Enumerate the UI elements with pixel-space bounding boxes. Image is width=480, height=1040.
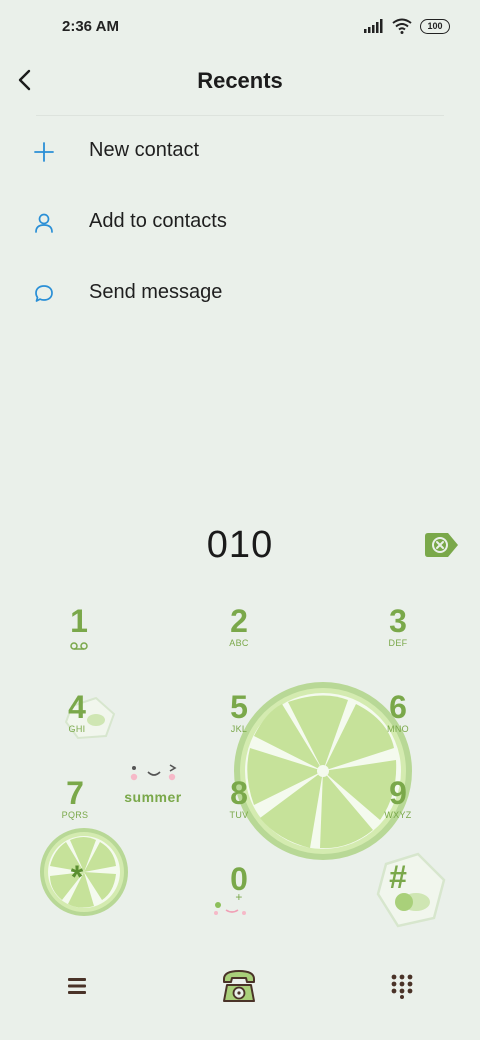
add-to-contacts-label: Add to contacts [89, 210, 227, 232]
key-digit: * [70, 859, 84, 895]
person-icon [35, 213, 53, 233]
new-contact-label: New contact [89, 139, 200, 161]
key-7[interactable]: 7 PQRS [15, 776, 135, 856]
key-3[interactable]: 3 DEF [338, 604, 458, 684]
phone-call-icon[interactable] [218, 965, 260, 1007]
key-digit: 2 [230, 603, 248, 639]
dialer-screen: 2:36 AM 100 Recents New contact Add to c… [0, 0, 480, 1040]
dialpad-icon[interactable] [390, 973, 414, 999]
send-message-option[interactable]: Send message [0, 264, 480, 324]
key-letters: DEF [388, 638, 408, 648]
key-letters: JKL [230, 724, 248, 734]
battery-indicator: 100 [420, 18, 450, 34]
send-message-label: Send message [89, 281, 223, 303]
signal-icon [364, 19, 383, 33]
key-letters: GHI [68, 724, 86, 734]
key-digit: 4 [68, 689, 86, 725]
status-icons: 100 [364, 18, 450, 34]
key-1[interactable]: 1 [19, 604, 139, 684]
key-digit: 8 [230, 775, 248, 811]
plus-icon [34, 142, 54, 162]
key-digit: 1 [70, 603, 88, 639]
key-digit: 5 [230, 689, 248, 725]
key-letters: MNO [387, 724, 409, 734]
key-letters: TUV [229, 810, 249, 820]
key-digit: 9 [389, 775, 407, 811]
header: Recents [0, 58, 480, 104]
key-9[interactable]: 9 WXYZ [338, 776, 458, 856]
key-6[interactable]: 6 MNO [338, 690, 458, 770]
key-2[interactable]: 2 ABC [179, 604, 299, 684]
menu-icon[interactable] [64, 973, 90, 999]
key-letters: PQRS [61, 810, 89, 820]
status-bar: 2:36 AM 100 [0, 0, 480, 56]
key-hash[interactable]: # [338, 860, 458, 940]
backspace-icon[interactable] [424, 529, 460, 561]
key-letters: WXYZ [384, 810, 412, 820]
dialed-number: 010 [206, 524, 274, 566]
voicemail-icon [70, 642, 88, 650]
key-star[interactable]: * [17, 860, 137, 940]
key-digit: 6 [389, 689, 407, 725]
message-bubble-icon [35, 285, 53, 302]
wifi-icon [392, 18, 412, 34]
key-digit: # [389, 859, 407, 895]
page-title: Recents [197, 68, 283, 93]
key-5[interactable]: 5 JKL [179, 690, 299, 770]
divider [36, 115, 444, 116]
key-8[interactable]: 8 TUV [179, 776, 299, 856]
key-letters: + [235, 890, 243, 904]
new-contact-option[interactable]: New contact [0, 122, 480, 182]
status-time: 2:36 AM [62, 18, 119, 35]
add-to-contacts-option[interactable]: Add to contacts [0, 193, 480, 253]
bottom-bar [0, 955, 480, 1019]
key-4[interactable]: 4 GHI [17, 690, 137, 770]
key-digit: 3 [389, 603, 407, 639]
key-letters: ABC [229, 638, 249, 648]
key-0[interactable]: 0 + [179, 862, 299, 942]
key-digit: 7 [66, 775, 84, 811]
